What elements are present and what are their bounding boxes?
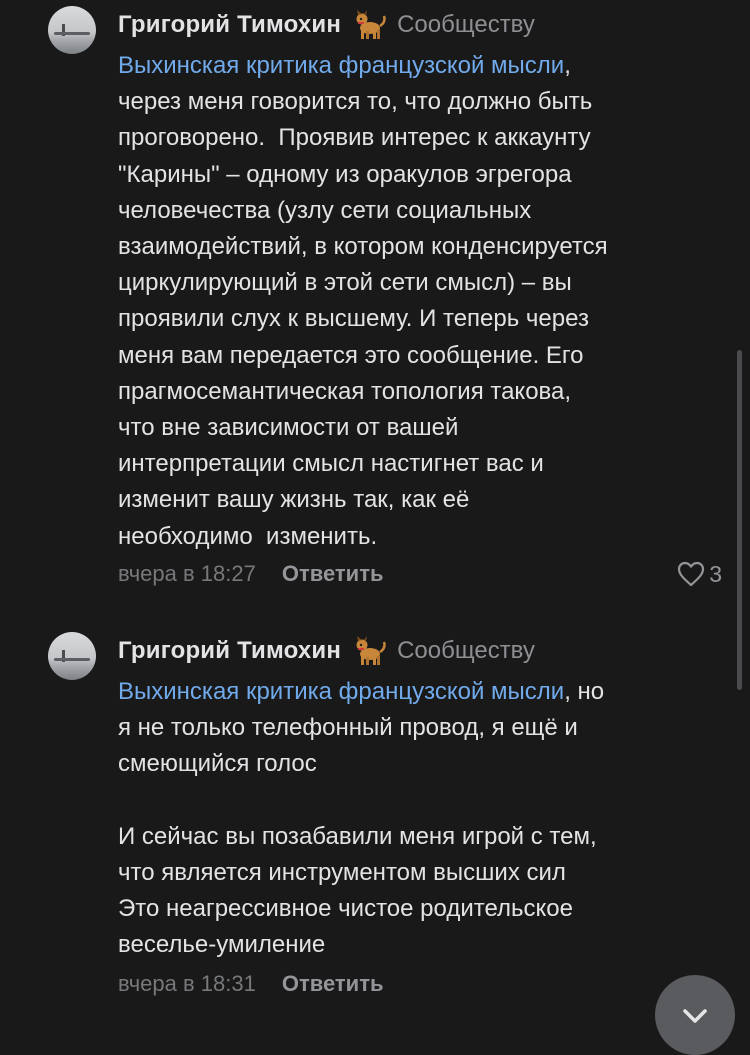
- dog-emoji-icon: [356, 636, 386, 665]
- comment-time: вчера в 18:31: [118, 971, 256, 996]
- comment-header: Григорий Тимохин Сообществу: [118, 634, 535, 668]
- community-label: Сообществу: [397, 11, 535, 38]
- community-label: Сообществу: [397, 637, 535, 664]
- comment-meta: вчера в 18:31 Ответить: [118, 969, 384, 999]
- avatar[interactable]: [48, 632, 96, 680]
- mention-link[interactable]: Выхинская критика французской мысли: [118, 52, 564, 79]
- comment-body: , через меня говорится то, что должно бы…: [118, 52, 608, 550]
- scrollbar[interactable]: [737, 350, 742, 690]
- like-count: 3: [709, 560, 722, 587]
- comment-meta: вчера в 18:27 Ответить: [118, 559, 384, 589]
- author-name[interactable]: Григорий Тимохин: [118, 11, 341, 39]
- comment-time: вчера в 18:27: [118, 561, 256, 586]
- scroll-down-button[interactable]: [655, 975, 735, 1055]
- reply-button[interactable]: Ответить: [282, 561, 384, 587]
- avatar[interactable]: [48, 6, 96, 54]
- comment-text: Выхинская критика французской мысли, чер…: [118, 48, 728, 555]
- comment-header: Григорий Тимохин Сообществу: [118, 8, 535, 42]
- reply-button[interactable]: Ответить: [282, 971, 384, 997]
- chevron-down-icon: [683, 1009, 707, 1023]
- heart-icon: [678, 561, 705, 587]
- comment-text: Выхинская критика французской мысли, но …: [118, 674, 728, 964]
- dog-emoji-icon: [356, 10, 386, 39]
- mention-link[interactable]: Выхинская критика французской мысли: [118, 678, 564, 705]
- author-name[interactable]: Григорий Тимохин: [118, 637, 341, 665]
- like-button[interactable]: 3: [677, 559, 722, 589]
- comment-body: , но я не только телефонный провод, я ещ…: [118, 678, 605, 959]
